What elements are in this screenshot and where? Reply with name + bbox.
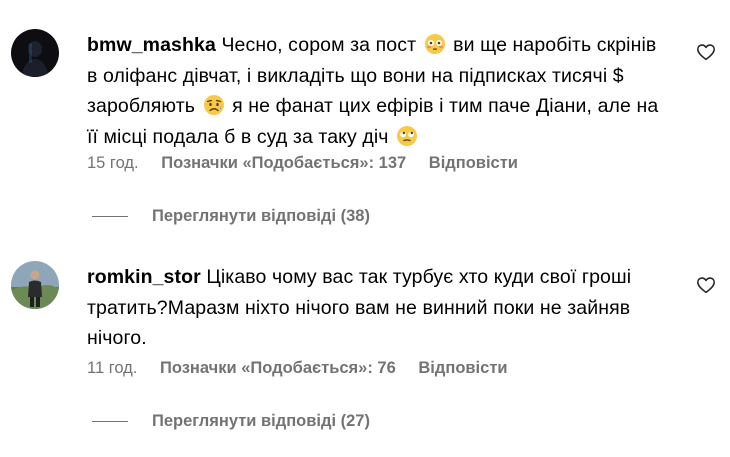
worried-face-icon (203, 95, 224, 115)
username[interactable]: romkin_stor (87, 266, 201, 288)
comment-segment: Чесно, сором за пост (221, 34, 417, 56)
reply-button[interactable]: Відповісти (429, 154, 518, 172)
likes-count[interactable]: Позначки «Подобається»: 76 (160, 359, 396, 377)
replies-divider-line (92, 216, 128, 218)
likes-count[interactable]: Позначки «Подобається»: 137 (161, 154, 406, 172)
view-replies-button[interactable]: Переглянути відповіді (27) (92, 412, 370, 431)
replies-divider-line (92, 421, 128, 423)
timestamp[interactable]: 11 год. (87, 359, 137, 377)
timestamp[interactable]: 15 год. (87, 154, 139, 172)
reply-button[interactable]: Відповісти (418, 359, 507, 377)
view-replies-label: Переглянути відповіді (27) (152, 412, 370, 430)
username[interactable]: bmw_mashka (87, 34, 216, 56)
comment-text: romkin_stor Цікаво чому вас так турбує х… (87, 262, 667, 354)
avatar-image (11, 261, 59, 309)
avatar-image (11, 29, 59, 77)
face-with-rolling-eyes-icon (397, 125, 418, 146)
avatar[interactable] (11, 29, 59, 77)
comment-meta: 11 год. Позначки «Подобається»: 76 Відпо… (87, 359, 526, 378)
flushed-face-icon (424, 34, 445, 54)
view-replies-button[interactable]: Переглянути відповіді (38) (92, 207, 370, 226)
like-heart-icon[interactable] (696, 43, 716, 61)
avatar[interactable] (11, 261, 59, 309)
comment-text: bmw_mashka Чесно, сором за пост ви ще на… (87, 30, 667, 152)
like-heart-icon[interactable] (696, 276, 716, 294)
view-replies-label: Переглянути відповіді (38) (152, 207, 370, 225)
comment-meta: 15 год. Позначки «Подобається»: 137 Відп… (87, 154, 536, 173)
